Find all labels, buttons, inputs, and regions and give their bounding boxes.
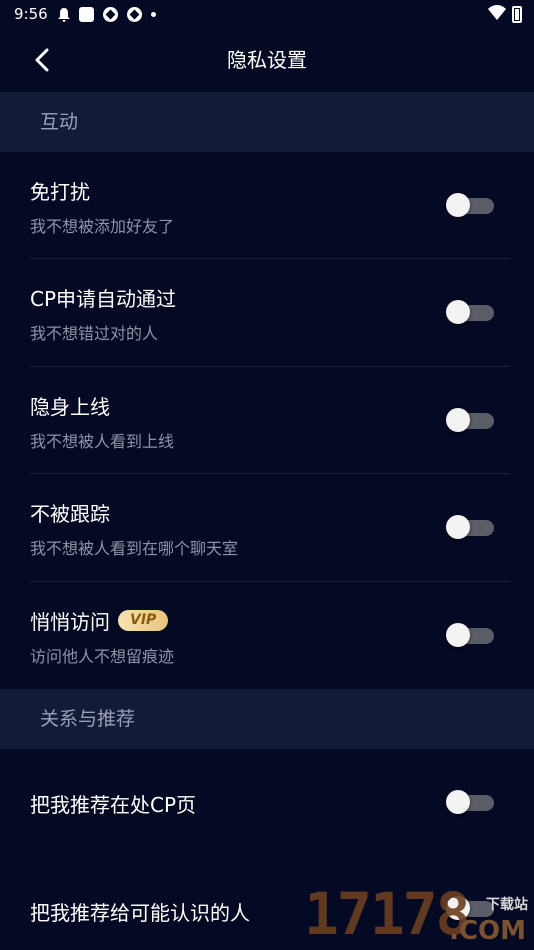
bell-icon [57, 7, 70, 22]
setting-row-silent-visit: 悄悄访问 VIP 访问他人不想留痕迹 [0, 582, 534, 689]
setting-row-recommend-cp-page: 把我推荐在处CP页 [0, 749, 534, 855]
section-header-interaction: 互动 [0, 92, 534, 152]
setting-row-invisible-online: 隐身上线 我不想被人看到上线 [0, 367, 534, 474]
setting-title-with-badge: 悄悄访问 VIP [30, 606, 169, 635]
toggle-knob [446, 515, 470, 539]
setting-title: 把我推荐在处CP页 [30, 793, 197, 817]
section-header-relations: 关系与推荐 [0, 689, 534, 749]
status-time: 9:56 [14, 5, 48, 23]
toggle-knob [446, 623, 470, 647]
setting-row-cp-auto-accept: CP申请自动通过 我不想错过对的人 [0, 259, 534, 367]
site-watermark: 17178 下载站 .COM [304, 880, 534, 950]
setting-title: 不被跟踪 [30, 502, 110, 526]
battery-icon [512, 6, 522, 23]
setting-title: 隐身上线 [30, 395, 110, 419]
watermark-site-label: 下载站 [486, 897, 528, 913]
watermark-domain: .COM [449, 916, 526, 946]
toggle-knob [446, 790, 470, 814]
dot-icon [150, 11, 156, 17]
wifi-icon [488, 5, 506, 24]
setting-subtitle: 我不想错过对的人 [30, 324, 159, 343]
setting-row-do-not-disturb: 免打扰 我不想被添加好友了 [0, 152, 534, 259]
header: 隐私设置 [0, 28, 534, 92]
toggle-silent-visit[interactable] [446, 622, 496, 648]
vip-badge: VIP [118, 610, 169, 631]
privacy-settings-screen: 9:56 隐私设置 互动 免打扰 我不想被添加好友了 CP申请自动通过 我不想错… [0, 0, 534, 950]
ball-icon [126, 6, 142, 22]
watermark-digits: 17178 [304, 880, 471, 948]
toggle-no-tracking[interactable] [446, 514, 496, 540]
status-notification-icons [57, 6, 156, 22]
toggle-knob [446, 408, 470, 432]
setting-title: 悄悄访问 [30, 610, 110, 634]
setting-subtitle: 我不想被添加好友了 [30, 217, 175, 236]
setting-subtitle: 我不想被人看到上线 [30, 432, 175, 451]
toggle-invisible-online[interactable] [446, 407, 496, 433]
status-system-icons [488, 5, 522, 24]
setting-subtitle: 访问他人不想留痕迹 [30, 647, 175, 666]
setting-title: 把我推荐给可能认识的人 [30, 901, 250, 925]
page-title: 隐私设置 [227, 48, 307, 72]
setting-row-no-tracking: 不被跟踪 我不想被人看到在哪个聊天室 [0, 474, 534, 582]
toggle-knob [446, 193, 470, 217]
setting-subtitle: 我不想被人看到在哪个聊天室 [30, 539, 239, 558]
toggle-recommend-cp-page[interactable] [446, 789, 496, 815]
setting-title: CP申请自动通过 [30, 287, 177, 311]
toggle-knob [446, 300, 470, 324]
status-bar: 9:56 [0, 0, 534, 28]
toggle-cp-auto-accept[interactable] [446, 299, 496, 325]
app-square-icon [78, 6, 94, 22]
setting-title: 免打扰 [30, 180, 90, 204]
toggle-do-not-disturb[interactable] [446, 192, 496, 218]
ball-icon [102, 6, 118, 22]
